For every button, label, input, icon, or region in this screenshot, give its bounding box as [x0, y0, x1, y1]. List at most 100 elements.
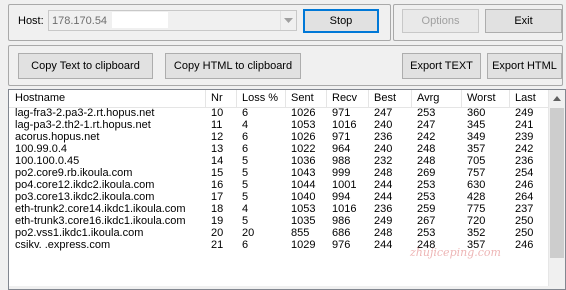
table-row[interactable]: csikv. .express.com 21 6 1029 976 244 248 357 24…: [9, 239, 549, 251]
cell-nr: 11: [211, 119, 223, 131]
cell-sent: 1029: [291, 239, 316, 251]
cell-last: 264: [515, 191, 534, 203]
horizontal-scrollbar[interactable]: [9, 286, 549, 289]
cell-recv: 971: [332, 131, 351, 143]
cell-worst: 757: [467, 167, 486, 179]
vertical-scrollbar[interactable]: [548, 90, 565, 289]
arrow-up-icon[interactable]: [549, 90, 565, 107]
table-rows: lag-fra3-2.pa3-2.rt.hopus.net 10 6 1026 971 2…: [9, 107, 549, 251]
cell-nr: 17: [211, 191, 224, 203]
table-row[interactable]: po4.core12.ikdc2.ikoula.com 16 5 1044 1001 24…: [9, 179, 549, 191]
cell-best: 240: [374, 143, 393, 155]
table-row[interactable]: eth-trunk3.core16.ikdc1.ikoula.com 19 5 103…: [9, 215, 549, 227]
table-row[interactable]: po3.core13.ikdc2.ikoula.com 17 5 1040 994 244…: [9, 191, 549, 203]
table-row[interactable]: eth-trunk2.core14.ikdc1.ikoula.com 18 4 105…: [9, 203, 549, 215]
cell-hostname: 100.100.0.45: [15, 155, 80, 167]
trace-table[interactable]: Hostname Nr Loss % Sent Recv Best Avrg W…: [8, 89, 566, 290]
cell-nr: 13: [211, 143, 224, 155]
export-html-button[interactable]: Export HTML: [487, 53, 562, 79]
stop-button[interactable]: Stop: [303, 9, 379, 33]
copy-text-button[interactable]: Copy Text to clipboard: [18, 53, 153, 79]
cell-avrg: 253: [417, 107, 436, 119]
cell-last: 249: [515, 107, 534, 119]
hostname-redaction: [41, 263, 74, 276]
table-row[interactable]: 100.100.0.45 14 5 1036 988 232 248 705 236: [9, 155, 549, 167]
host-combobox[interactable]: 178.170.54: [48, 10, 297, 31]
copy-html-button[interactable]: Copy HTML to clipboard: [165, 53, 301, 79]
cell-best: 244: [374, 191, 393, 203]
column-header-nr[interactable]: Nr: [206, 90, 237, 107]
exit-button[interactable]: Exit: [485, 9, 562, 33]
cell-worst: 357: [467, 143, 486, 155]
cell-best: 240: [374, 119, 393, 131]
cell-recv: 994: [332, 191, 351, 203]
cell-worst: 630: [467, 179, 486, 191]
cell-sent: 1026: [291, 107, 316, 119]
cell-sent: 1044: [291, 179, 316, 191]
cell-avrg: 247: [417, 119, 436, 131]
column-header-worst[interactable]: Worst: [462, 90, 510, 107]
cell-loss: 4: [242, 203, 249, 215]
cell-last: 236: [515, 155, 534, 167]
table-row[interactable]: po2.vss1.ikdc1.ikoula.com 20 20 855 686 248 25…: [9, 227, 549, 239]
table-row[interactable]: acorus.hopus.net 12 6 1026 971 236 242 349 239: [9, 131, 549, 143]
cell-hostname: po4.core12.ikdc2.ikoula.com: [15, 179, 155, 191]
cell-avrg: 248: [417, 239, 436, 251]
cell-last: 246: [515, 179, 534, 191]
chevron-down-icon[interactable]: [280, 11, 296, 30]
table-row[interactable]: po2.core9.rb.ikoula.com 15 5 1043 999 248 269 7…: [9, 167, 549, 179]
cell-worst: 775: [467, 203, 486, 215]
cell-worst: 705: [467, 155, 486, 167]
host-label: Host:: [18, 15, 44, 27]
cell-avrg: 269: [417, 167, 436, 179]
table-row[interactable]: 100.99.0.4 13 6 1022 964 240 248 357 242: [9, 143, 549, 155]
table-row[interactable]: lag-pa3-2.th2-1.rt.hopus.net 11 4 1053 1016 2…: [9, 119, 549, 131]
table-row[interactable]: lag-fra3-2.pa3-2.rt.hopus.net 10 6 1026 971 2…: [9, 107, 549, 119]
cell-avrg: 248: [417, 143, 436, 155]
cell-nr: 21: [211, 239, 224, 251]
cell-best: 249: [374, 215, 393, 227]
cell-best: 232: [374, 155, 393, 167]
cell-nr: 15: [211, 167, 224, 179]
cell-sent: 1036: [291, 155, 316, 167]
cell-recv: 986: [332, 215, 351, 227]
cell-last: 237: [515, 203, 534, 215]
cell-loss: 5: [242, 215, 249, 227]
cell-hostname: eth-trunk3.core16.ikdc1.ikoula.com: [15, 215, 186, 227]
cell-hostname: 100.99.0.4: [15, 143, 67, 155]
cell-avrg: 267: [417, 215, 436, 227]
cell-best: 248: [374, 227, 393, 239]
column-header-last[interactable]: Last: [510, 90, 549, 107]
cell-hostname: po2.core9.rb.ikoula.com: [15, 167, 133, 179]
cell-sent: 1035: [291, 215, 316, 227]
cell-best: 244: [374, 239, 393, 251]
options-button[interactable]: Options: [402, 9, 479, 33]
cell-last: 246: [515, 239, 534, 251]
cell-worst: 360: [467, 107, 486, 119]
column-header-hostname[interactable]: Hostname: [9, 90, 206, 107]
column-header-recv[interactable]: Recv: [327, 90, 369, 107]
column-header-loss[interactable]: Loss %: [237, 90, 286, 107]
export-text-button[interactable]: Export TEXT: [402, 53, 481, 79]
cell-nr: 12: [211, 131, 224, 143]
host-redaction: [112, 12, 168, 28]
cell-sent: 1040: [291, 191, 316, 203]
cell-best: 244: [374, 179, 393, 191]
cell-hostname: acorus.hopus.net: [15, 131, 100, 143]
cell-loss: 4: [242, 119, 249, 131]
cell-loss: 5: [242, 167, 249, 179]
cell-last: 241: [515, 119, 534, 131]
cell-recv: 971: [332, 107, 351, 119]
scrollbar-thumb[interactable]: [550, 108, 564, 258]
cell-last: 254: [515, 167, 534, 179]
cell-nr: 19: [211, 215, 224, 227]
cell-recv: 976: [332, 239, 351, 251]
cell-hostname: po3.core13.ikdc2.ikoula.com: [15, 191, 155, 203]
cell-loss: 6: [242, 239, 249, 251]
cell-hostname: lag-fra3-2.pa3-2.rt.hopus.net: [15, 107, 155, 119]
cell-last: 250: [515, 215, 534, 227]
column-header-best[interactable]: Best: [369, 90, 412, 107]
column-header-sent[interactable]: Sent: [286, 90, 327, 107]
cell-avrg: 253: [417, 179, 436, 191]
column-header-avrg[interactable]: Avrg: [412, 90, 462, 107]
